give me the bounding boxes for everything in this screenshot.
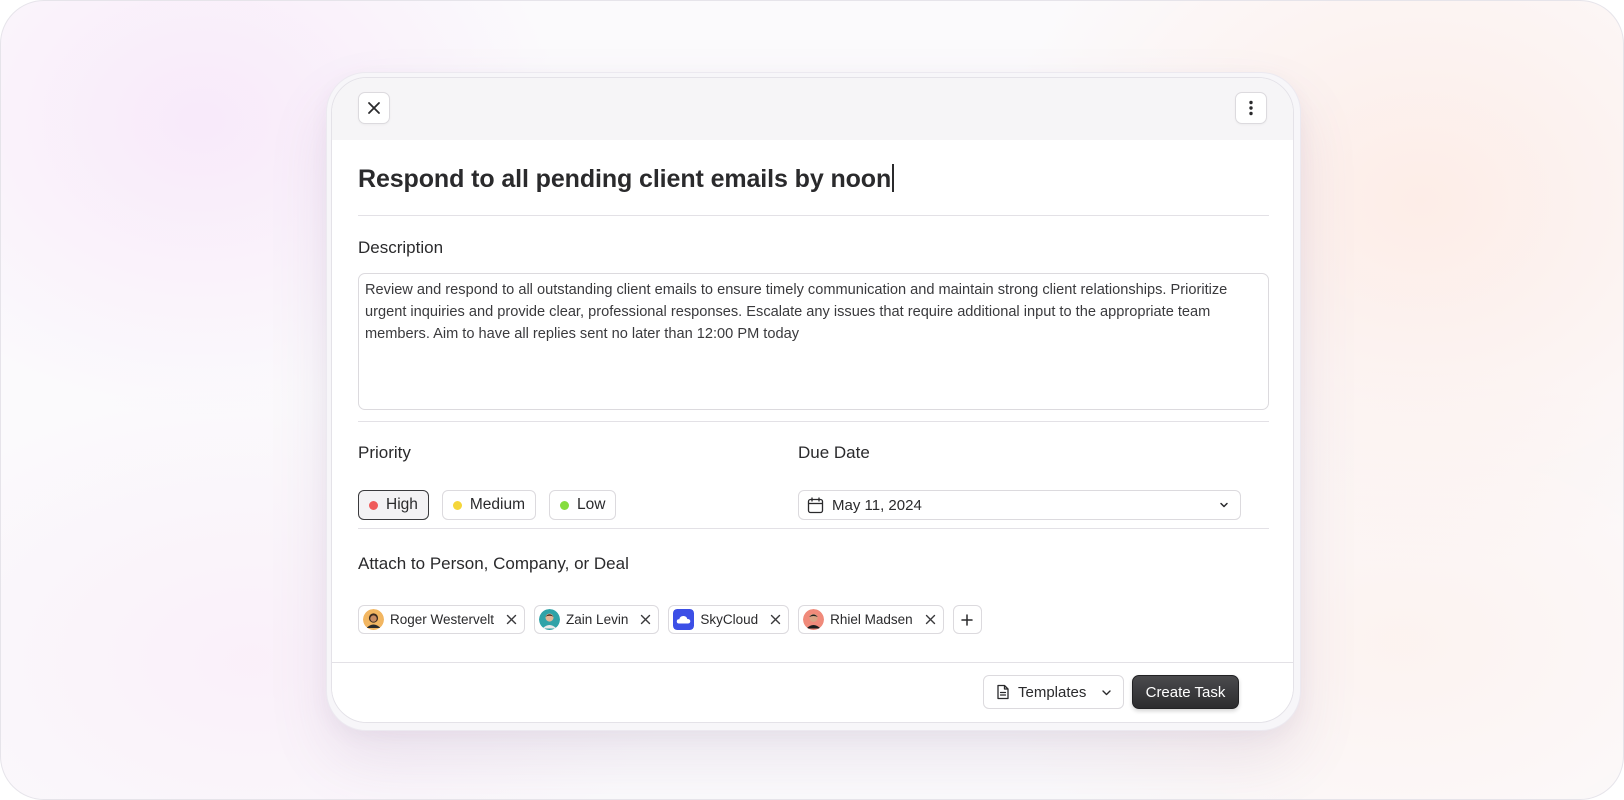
priority-option-label: High: [386, 496, 418, 513]
due-date-value: May 11, 2024: [832, 496, 922, 514]
remove-tag-button[interactable]: [640, 614, 651, 625]
calendar-icon: [807, 496, 824, 513]
create-task-modal: Respond to all pending client emails by …: [331, 77, 1294, 723]
low-dot-icon: [560, 500, 570, 510]
task-title-text: Respond to all pending client emails by …: [358, 165, 892, 193]
description-text: Review and respond to all outstanding cl…: [365, 282, 1228, 342]
document-icon: [997, 684, 1009, 700]
chevron-down-icon: [1220, 502, 1228, 508]
task-title-input[interactable]: Respond to all pending client emails by …: [358, 164, 895, 194]
attached-entity-name: SkyCloud: [700, 612, 759, 627]
divider: [358, 528, 1269, 529]
more-vertical-icon: [1249, 100, 1253, 116]
due-date-picker[interactable]: May 11, 2024: [798, 490, 1241, 520]
priority-option-label: Low: [577, 496, 606, 513]
attached-person-tag: Rhiel Madsen: [798, 605, 944, 634]
attached-entity-name: Rhiel Madsen: [830, 612, 913, 627]
high-dot-icon: [369, 500, 378, 510]
templates-label: Templates: [1018, 683, 1087, 701]
avatar: [803, 609, 825, 630]
priority-high-option[interactable]: High: [358, 490, 429, 520]
chevron-down-icon: [1102, 689, 1111, 695]
avatar: [363, 609, 384, 630]
remove-tag-button[interactable]: [925, 614, 936, 625]
priority-option-label: Medium: [469, 496, 526, 513]
priority-label: Priority: [358, 443, 411, 462]
remove-tag-button[interactable]: [770, 614, 781, 625]
close-icon: [368, 102, 380, 114]
description-label: Description: [358, 238, 444, 257]
attached-entity-name: Zain Levin: [566, 612, 629, 627]
background-canvas: Respond to all pending client emails by …: [0, 0, 1624, 800]
skycloud-logo-icon: [673, 609, 695, 630]
modal-footer: Templates Create Task: [332, 662, 1293, 722]
attached-entity-name: Roger Westervelt: [390, 612, 495, 627]
divider: [358, 421, 1269, 422]
attached-person-tag: Zain Levin: [534, 605, 660, 634]
text-caret: [892, 164, 895, 192]
due-date-label: Due Date: [798, 443, 870, 462]
close-icon: [506, 614, 517, 625]
templates-dropdown-button[interactable]: Templates: [983, 675, 1124, 709]
attached-entities: Roger Westervelt Zain Levin SkyCloud Rhi…: [358, 605, 982, 634]
modal-header: [332, 78, 1293, 140]
priority-medium-option[interactable]: Medium: [441, 490, 537, 520]
attach-label: Attach to Person, Company, or Deal: [358, 554, 629, 573]
close-icon: [641, 614, 651, 625]
description-textarea[interactable]: Review and respond to all outstanding cl…: [358, 273, 1269, 410]
attached-person-tag: Roger Westervelt: [358, 605, 526, 634]
create-task-button[interactable]: Create Task: [1132, 675, 1239, 709]
close-icon: [925, 614, 935, 625]
remove-tag-button[interactable]: [506, 614, 517, 625]
avatar: [539, 609, 561, 630]
plus-icon: [961, 613, 973, 626]
close-icon: [770, 614, 781, 625]
more-options-button[interactable]: [1235, 92, 1267, 124]
add-attachment-button[interactable]: [952, 605, 982, 634]
medium-dot-icon: [452, 500, 462, 510]
priority-options: High Medium Low: [358, 490, 617, 520]
close-button[interactable]: [358, 92, 390, 124]
priority-low-option[interactable]: Low: [549, 490, 617, 520]
attached-company-tag: SkyCloud: [668, 605, 790, 634]
divider: [358, 215, 1269, 216]
